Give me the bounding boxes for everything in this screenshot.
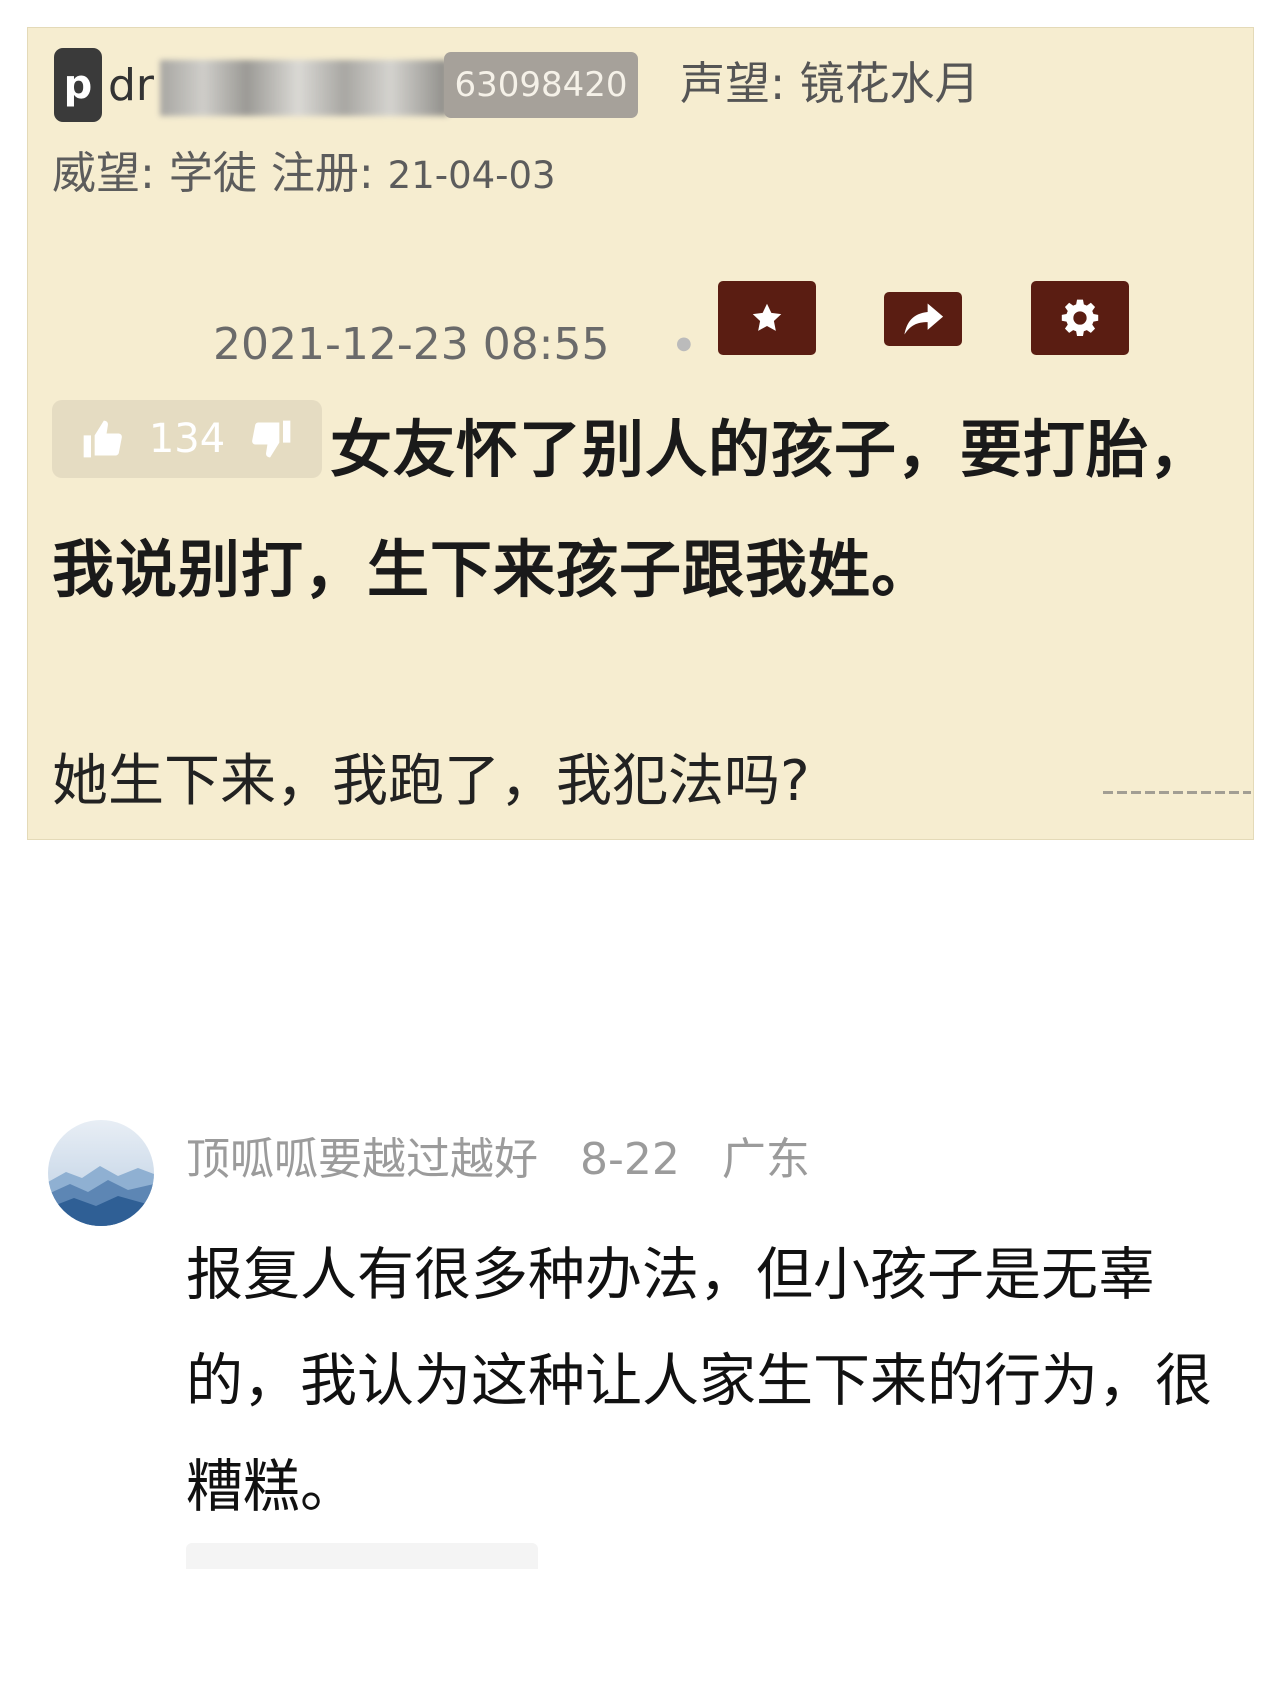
faint-trace-line [1103, 791, 1251, 794]
comment-date: 8-22 [580, 1134, 680, 1185]
favorite-button[interactable] [718, 281, 816, 355]
settings-button[interactable] [1031, 281, 1129, 355]
comment-header: 顶呱呱要越过越好 8-22 广东 [186, 1130, 838, 1190]
username[interactable]: dr [108, 56, 154, 116]
post-title: 女友怀了别人的孩子，要打胎，我说别打，生下来孩子跟我姓。 [52, 413, 1213, 606]
user-id-badge: 63098420 [444, 52, 638, 118]
prestige-value: 学徒 [168, 148, 257, 199]
gear-icon [1061, 299, 1099, 337]
avatar[interactable] [48, 1120, 154, 1226]
mountain-avatar-image [48, 1120, 154, 1226]
registered-label: 注册: [270, 148, 374, 199]
site-logo-icon: p [54, 48, 102, 122]
comment-author[interactable]: 顶呱呱要越过越好 [186, 1134, 538, 1185]
username-redaction [160, 60, 448, 116]
forum-post-screenshot: p dr 63098420 声望: 镜花水月 威望: 学徒 注册: 21-04-… [27, 27, 1254, 840]
comment-text: 报复人有很多种办法，但小孩子是无辜的，我认为这种让人家生下来的行为，很糟糕。 [186, 1242, 1212, 1520]
reputation-value: 镜花水月 [799, 57, 980, 110]
share-button[interactable] [884, 292, 962, 346]
reply-area[interactable] [186, 1543, 538, 1569]
user-meta-line: 威望: 学徒 注册: 21-04-03 [52, 144, 556, 206]
reputation-line: 声望: 镜花水月 [680, 54, 980, 114]
post-timestamp: 2021-12-23 08:55 [213, 319, 610, 370]
device-icon: ● [676, 333, 692, 354]
registered-date: 21-04-03 [387, 154, 556, 197]
star-icon [752, 303, 782, 331]
share-arrow-icon [904, 303, 944, 335]
reputation-label: 声望: [680, 57, 786, 110]
comment-location: 广东 [721, 1134, 810, 1185]
prestige-label: 威望: [52, 148, 155, 199]
post-body: 她生下来，我跑了，我犯法吗? [52, 749, 810, 814]
